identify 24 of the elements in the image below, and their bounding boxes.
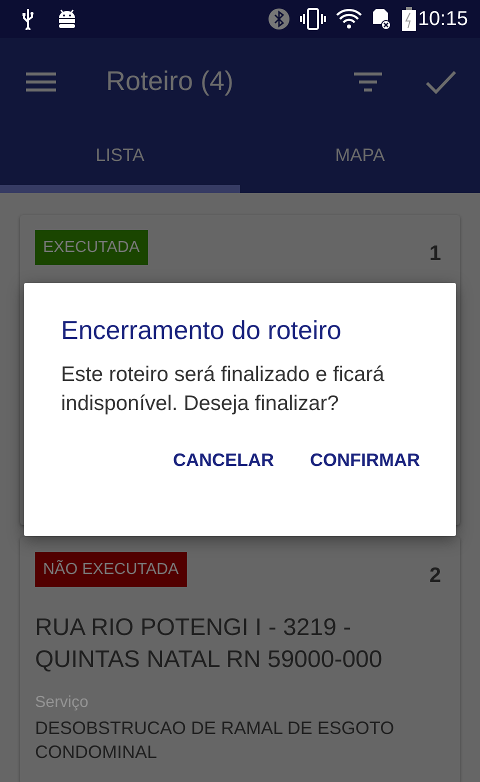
dialog-button[interactable]: CANCELAR [173, 446, 274, 475]
address-text: RUA RIO POTENGI I - 3219 - QUINTAS NATAL RN 59000-000 [35, 613, 384, 675]
status-time: 10:15 [418, 8, 468, 30]
status-badge: EXECUTADA [35, 230, 148, 265]
usb-icon [22, 8, 34, 30]
tab[interactable]: LISTA [0, 125, 240, 193]
sd-card-icon [372, 8, 392, 30]
tab[interactable]: MAPA [240, 125, 480, 193]
android-icon [56, 8, 78, 30]
toolbar-title: Roteiro (4) [106, 66, 235, 97]
wifi-icon [336, 9, 362, 29]
check-button[interactable] [426, 70, 456, 94]
vibrate-icon [300, 8, 326, 30]
bluetooth-icon [268, 8, 290, 30]
dialog-button[interactable]: CONFIRMAR [310, 446, 420, 475]
battery-charging-icon [402, 7, 416, 31]
route-number: 2 [429, 564, 441, 588]
filter-button[interactable] [354, 72, 382, 92]
route-number: 1 [429, 242, 441, 266]
field-value: DESOBSTRUCAO DE RAMAL DE ESGOTO CONDOMINAL [35, 717, 396, 764]
dialog-message: Este roteiro será finalizado e ficará indisponível. Deseja finalizar? [61, 362, 386, 417]
status-badge: NÃO EXECUTADA [35, 552, 187, 587]
menu-button[interactable] [26, 72, 56, 92]
dialog-title: Encerramento do roteiro [61, 315, 342, 346]
